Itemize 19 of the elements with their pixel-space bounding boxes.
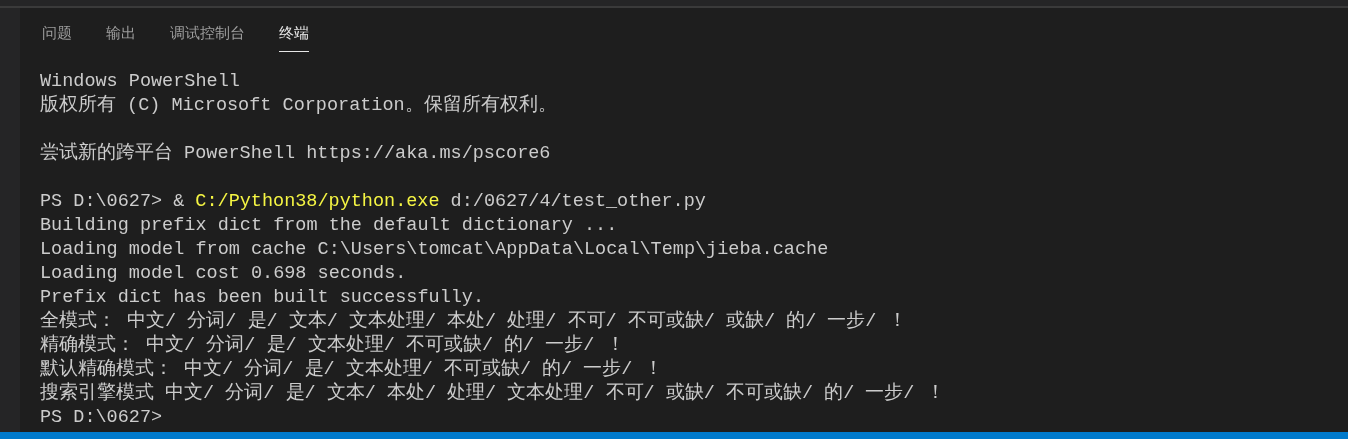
terminal-line: 默认精确模式： 中文/ 分词/ 是/ 文本处理/ 不可或缺/ 的/ 一步/ ！ bbox=[40, 358, 664, 382]
panel-tab[interactable]: 输出 bbox=[106, 24, 136, 52]
terminal-line: 版权所有 (C) Microsoft Corporation。保留所有权利。 bbox=[40, 94, 558, 118]
panel-tab[interactable]: 终端 bbox=[279, 24, 309, 52]
terminal-line: Building prefix dict from the default dictionary ... bbox=[40, 214, 619, 238]
terminal-line: Prefix dict has been built successfully. bbox=[40, 286, 486, 310]
command-argument: d:/0627/4/test_other.py bbox=[450, 190, 706, 214]
panel-tab[interactable]: 问题 bbox=[42, 24, 72, 52]
terminal-line: PS D:\0627> bbox=[40, 406, 164, 430]
terminal-line: Loading model from cache C:\Users\tomcat\AppData\Local\Temp\jieba.cache bbox=[40, 238, 830, 262]
terminal-line: 全模式： 中文/ 分词/ 是/ 文本/ 文本处理/ 本处/ 处理/ 不可/ 不可或缺/ 或缺/ 的/ 一步/ ！ bbox=[40, 310, 908, 334]
terminal-prompt: PS D:\0627> & bbox=[40, 190, 185, 214]
terminal-line: 搜索引擎模式 中文/ 分词/ 是/ 文本/ 本处/ 处理/ 文本处理/ 不可/ 或缺/ 不可或缺/ 的/ 一步/ ！ bbox=[40, 382, 946, 406]
terminal-line: Windows PowerShell bbox=[40, 70, 241, 94]
panel-tab[interactable]: 调试控制台 bbox=[170, 24, 245, 52]
terminal-line: 尝试新的跨平台 PowerShell https://aka.ms/pscore6 bbox=[40, 142, 552, 166]
command-path: C:/Python38/python.exe bbox=[195, 190, 440, 214]
terminal-line: Loading model cost 0.698 seconds. bbox=[40, 262, 408, 286]
terminal-line: 精确模式： 中文/ 分词/ 是/ 文本处理/ 不可或缺/ 的/ 一步/ ！ bbox=[40, 334, 626, 358]
